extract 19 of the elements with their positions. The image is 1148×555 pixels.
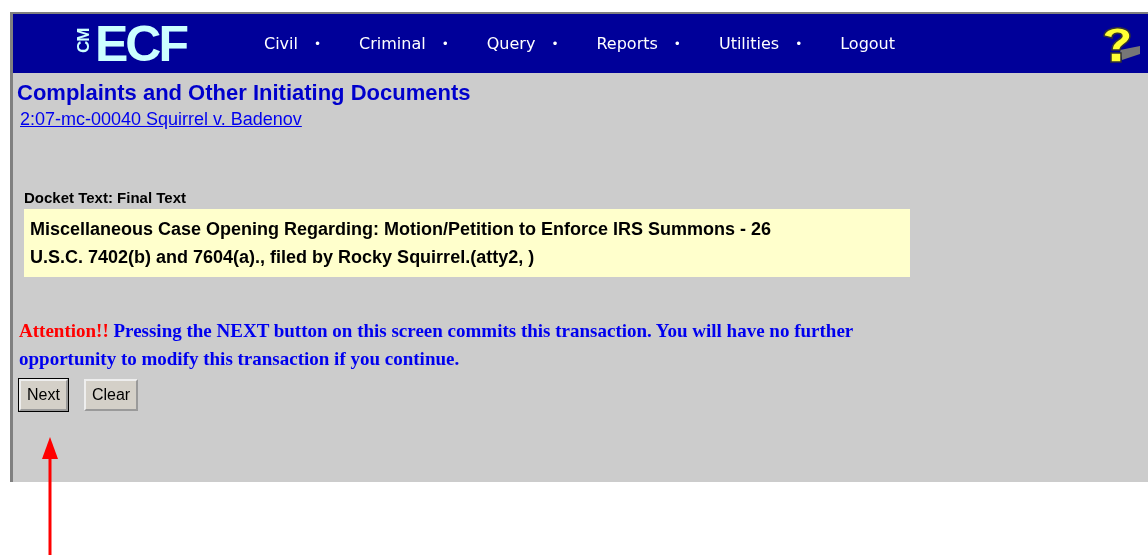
form-button[interactable]: Next	[19, 379, 68, 411]
nav-link[interactable]: Civil	[264, 34, 298, 53]
nav-link[interactable]: Reports	[596, 34, 658, 53]
docket-text: Miscellaneous Case Opening Regarding: Motion/Petition to Enforce IRS Summons - 26 U.S.C. 7402(b) and 7604(a)., filed by Rocky Squirrel.(atty2, )	[24, 209, 910, 277]
nav-separator: •	[441, 36, 449, 51]
docket-label: Docket Text: Final Text	[24, 189, 186, 206]
nav-link[interactable]: Query	[486, 34, 536, 53]
nav-link[interactable]: Logout	[840, 34, 895, 53]
nav-separator: •	[795, 36, 803, 51]
form-button[interactable]: Clear	[83, 379, 139, 411]
case-link[interactable]: 2:07-mc-00040 Squirrel v. Badenov	[20, 107, 302, 131]
page-title: Complaints and Other Initiating Documents	[17, 79, 471, 107]
nav-link[interactable]: Criminal	[359, 34, 426, 53]
nav-separator: •	[673, 36, 681, 51]
logo: CM ECF	[75, 18, 186, 69]
nav-link[interactable]: Utilities	[718, 34, 780, 53]
notice-text: Attention!! Pressing the NEXT button on this screen commits this transaction. You will have no further opportunity to modify this transaction if you continue.	[19, 319, 854, 371]
nav-separator: •	[551, 36, 559, 51]
nav-separator: •	[314, 36, 322, 51]
